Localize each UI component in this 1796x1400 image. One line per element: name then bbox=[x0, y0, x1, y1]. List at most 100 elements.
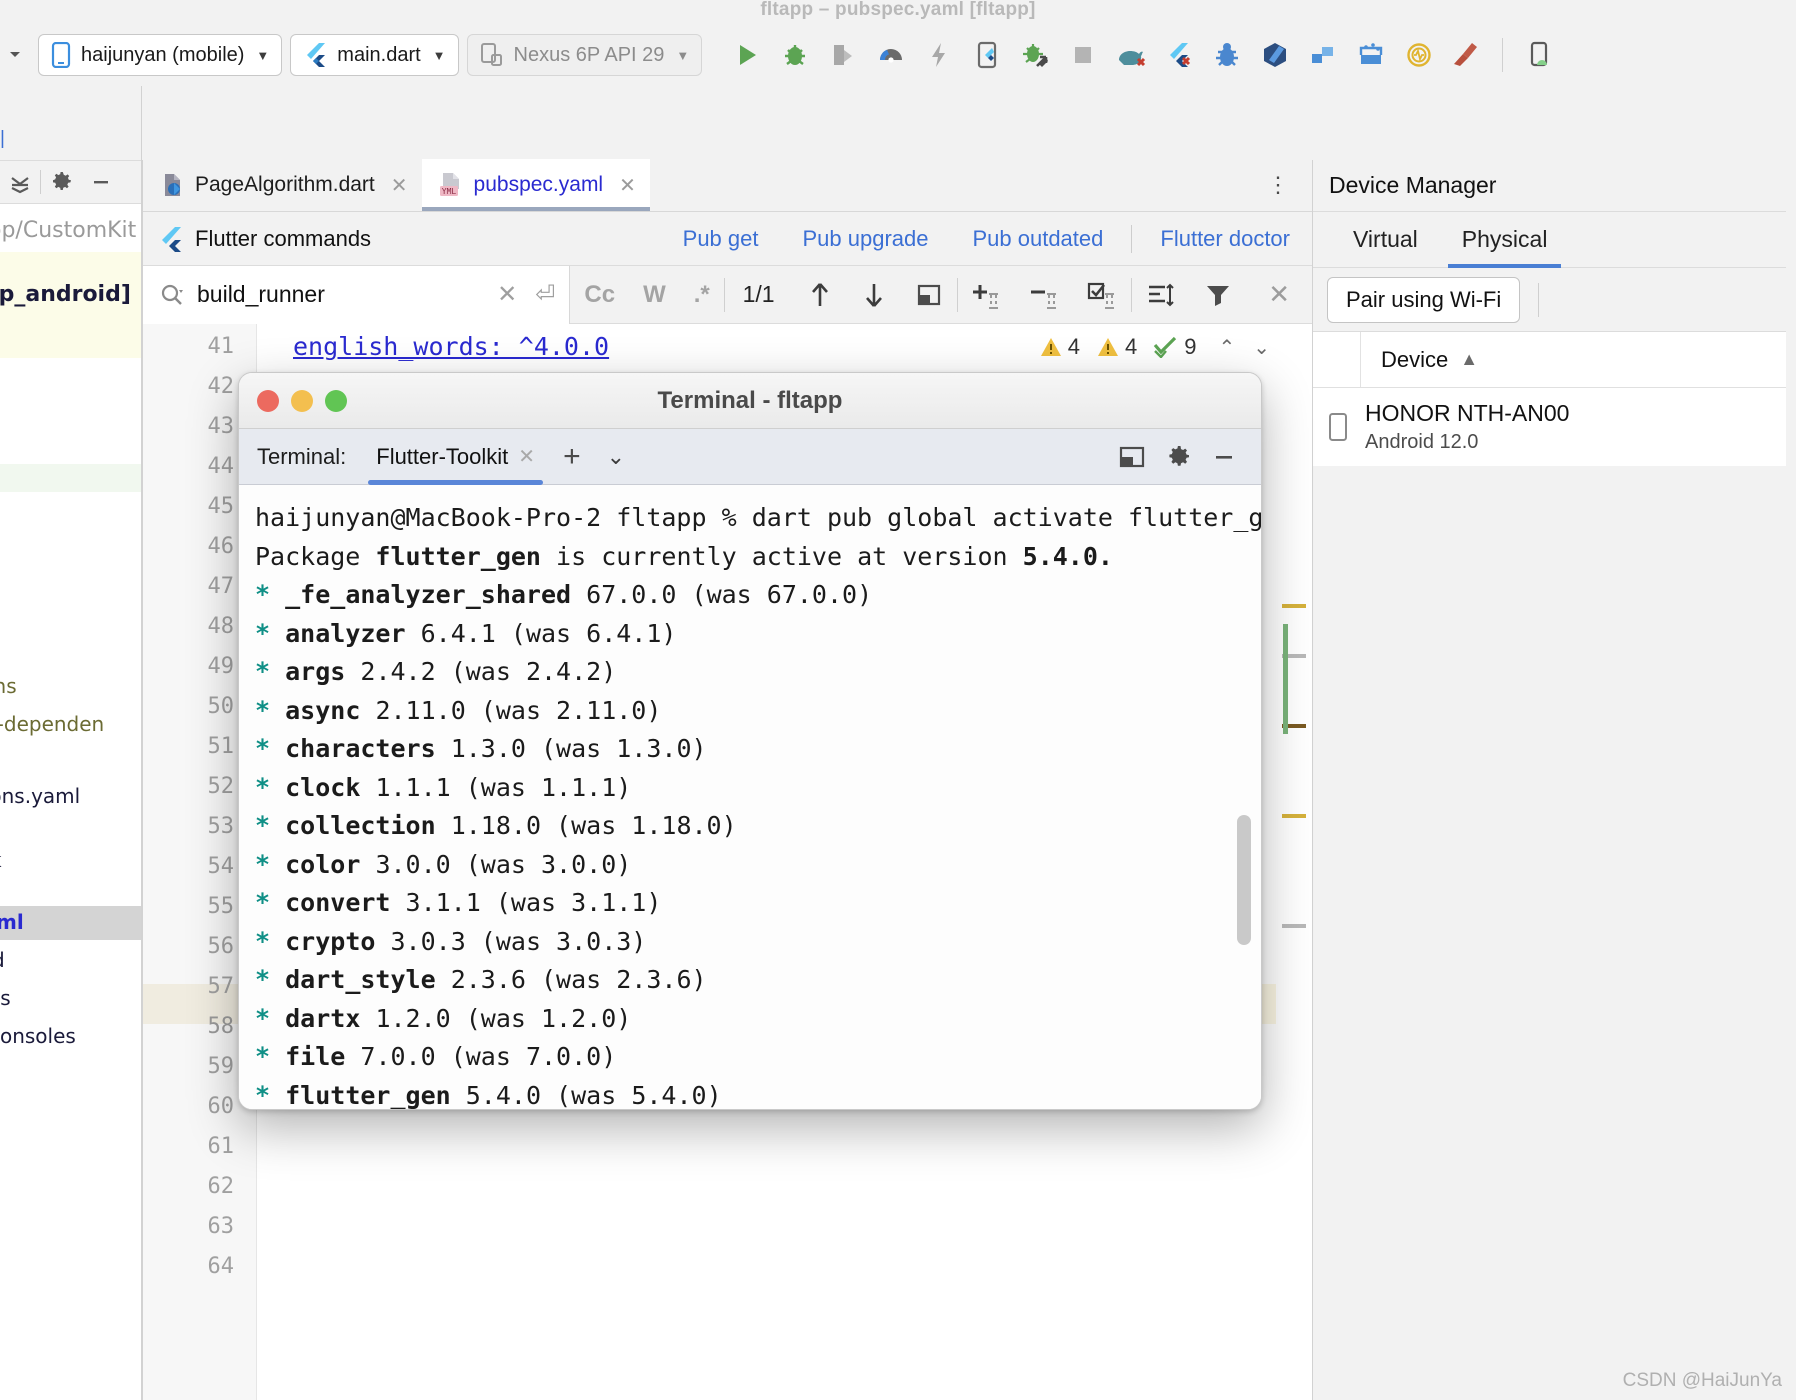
add-selection-icon[interactable] bbox=[957, 280, 1015, 310]
device-row[interactable]: HONOR NTH-AN00 Android 12.0 bbox=[1313, 388, 1796, 466]
line-number: 56 bbox=[207, 934, 235, 959]
flutter-commands-bar: Flutter commands Pub get Pub upgrade Pub… bbox=[143, 212, 1312, 266]
select-all-occurrences-icon[interactable] bbox=[1073, 280, 1131, 310]
pkg-name: async bbox=[285, 695, 361, 725]
terminal-scrollbar-thumb[interactable] bbox=[1237, 815, 1251, 945]
flutter-icon bbox=[162, 226, 181, 252]
gradle-stop-icon[interactable] bbox=[1108, 33, 1153, 78]
run-icon[interactable] bbox=[724, 33, 769, 78]
terminal-line-pkg: * async 2.11.0 (was 2.11.0) bbox=[255, 695, 662, 725]
terminal-command: dart pub global activate flutter_gen bbox=[751, 503, 1261, 532]
editor-tabs-kebab-menu[interactable]: ⋮ bbox=[1245, 159, 1312, 211]
editor-tab-pubspec[interactable]: YML pubspec.yaml ✕ bbox=[421, 159, 651, 211]
sidebar-top-blank: | bbox=[0, 86, 141, 160]
terminal-line-pkg: * args 2.4.2 (was 2.4.2) bbox=[255, 657, 617, 686]
open-devtools-icon[interactable] bbox=[964, 33, 1009, 78]
next-match-icon[interactable] bbox=[847, 280, 901, 310]
find-input-box[interactable]: build_runner ✕ ⏎ bbox=[143, 265, 571, 324]
chevron-down-icon[interactable]: ⌄ bbox=[597, 444, 635, 470]
profile-icon[interactable] bbox=[868, 33, 913, 78]
run-with-coverage-icon[interactable] bbox=[820, 33, 865, 78]
warning-count-b: 4 bbox=[1124, 334, 1138, 359]
settings-gear-icon[interactable] bbox=[1159, 438, 1197, 476]
hot-reload-icon[interactable] bbox=[916, 33, 961, 78]
prev-match-icon[interactable] bbox=[793, 280, 847, 310]
sort-icon[interactable] bbox=[1132, 281, 1190, 309]
ok-group[interactable]: 9 bbox=[1153, 334, 1196, 360]
editor-tab-pagealgorithm[interactable]: PageAlgorithm.dart ✕ bbox=[143, 159, 422, 211]
navbar-chevron-icon[interactable] bbox=[0, 45, 30, 66]
clean-icon[interactable] bbox=[1444, 33, 1489, 78]
terminal-line-pkg: * _fe_analyzer_shared 67.0.0 (was 67.0.0… bbox=[255, 580, 873, 609]
next-problem-icon[interactable]: ⌄ bbox=[1247, 335, 1276, 360]
stop-icon[interactable] bbox=[1060, 33, 1105, 78]
minimize-icon[interactable] bbox=[81, 170, 121, 194]
select-in-editor-icon[interactable] bbox=[901, 281, 957, 309]
filter-icon[interactable] bbox=[1190, 281, 1246, 309]
target-device-combo[interactable]: Nexus 6P API 29 ▼ bbox=[466, 34, 703, 76]
line-number: 52 bbox=[207, 774, 235, 799]
device-manager-panel: Device Manager Virtual Physical Pair usi… bbox=[1312, 160, 1796, 1400]
pair-using-wifi-button[interactable]: Pair using Wi-Fi bbox=[1327, 276, 1521, 323]
sidebar-text-d: d bbox=[0, 948, 5, 972]
pkg-version: 1.3.0 (was 1.3.0) bbox=[450, 734, 707, 763]
close-icon[interactable]: ✕ bbox=[518, 444, 535, 469]
dart-bug-icon[interactable] bbox=[1204, 33, 1249, 78]
minimize-icon[interactable] bbox=[1205, 438, 1243, 476]
dart-analyze-icon[interactable] bbox=[1252, 33, 1297, 78]
editor-error-stripe[interactable] bbox=[1276, 324, 1312, 1400]
sidebar-highlight-2 bbox=[0, 464, 141, 492]
warning-group-b[interactable]: 4 bbox=[1096, 334, 1137, 360]
line-number: 58 bbox=[207, 1014, 235, 1039]
sidebar-text-ins-dep: ins-dependen bbox=[0, 712, 105, 736]
screenshot-icon[interactable] bbox=[1348, 33, 1393, 78]
flutter-stop-icon[interactable] bbox=[1156, 33, 1201, 78]
file-combo[interactable]: main.dart ▼ bbox=[290, 34, 459, 76]
stripe-mark-warning bbox=[1282, 604, 1306, 608]
phone-icon bbox=[1329, 413, 1347, 441]
pkg-name: args bbox=[285, 657, 346, 686]
terminal-line-pkg: * collection 1.18.0 (was 1.18.0) bbox=[255, 811, 737, 840]
inspection-summary: 4 4 9 ⌃ ⌄ bbox=[1039, 334, 1276, 360]
pub-outdated-link[interactable]: Pub outdated bbox=[950, 226, 1125, 252]
tab-virtual[interactable]: Virtual bbox=[1331, 212, 1440, 268]
pub-upgrade-link[interactable]: Pub upgrade bbox=[780, 226, 950, 252]
collapse-all-icon[interactable] bbox=[0, 170, 40, 194]
close-icon[interactable]: ✕ bbox=[391, 173, 408, 198]
new-terminal-tab-icon[interactable]: + bbox=[551, 441, 593, 472]
replace-wrap-icon[interactable]: ⏎ bbox=[535, 280, 569, 309]
terminal-tab-flutter-toolkit[interactable]: Flutter-Toolkit ✕ bbox=[364, 429, 547, 485]
terminal-line-pkg: * file 7.0.0 (was 7.0.0) bbox=[255, 1042, 617, 1071]
performance-icon[interactable] bbox=[1396, 33, 1441, 78]
project-sidebar-strip: | op/CustomKit app_android] ins ins-depe… bbox=[0, 86, 142, 1400]
terminal-tab-label: Flutter-Toolkit bbox=[376, 443, 509, 469]
remove-selection-icon[interactable] bbox=[1015, 280, 1073, 310]
terminal-window-controls bbox=[1113, 438, 1261, 476]
debug-icon[interactable] bbox=[772, 33, 817, 78]
match-case-option[interactable]: Cc bbox=[570, 281, 629, 309]
close-find-icon[interactable]: ✕ bbox=[1246, 279, 1312, 310]
clear-search-icon[interactable]: ✕ bbox=[497, 280, 523, 309]
close-icon[interactable]: ✕ bbox=[619, 173, 636, 198]
device-column-header[interactable]: Device ▲ bbox=[1361, 347, 1478, 373]
pub-get-link[interactable]: Pub get bbox=[661, 226, 781, 252]
attach-debugger-icon[interactable] bbox=[1012, 33, 1057, 78]
flutter-doctor-link[interactable]: Flutter doctor bbox=[1138, 226, 1312, 252]
find-input[interactable]: build_runner bbox=[197, 281, 485, 308]
regex-option[interactable]: .* bbox=[680, 281, 724, 309]
settings-gear-icon[interactable] bbox=[41, 170, 81, 194]
terminal-output[interactable]: haijunyan@MacBook-Pro-2 fltapp % dart pu… bbox=[239, 485, 1261, 1109]
device-android-icon[interactable] bbox=[1516, 33, 1561, 78]
device-combo[interactable]: haijunyan (mobile) ▼ bbox=[38, 34, 283, 76]
words-option[interactable]: W bbox=[629, 281, 680, 309]
prev-problem-icon[interactable]: ⌃ bbox=[1212, 335, 1241, 360]
warning-group-a[interactable]: 4 bbox=[1039, 334, 1080, 360]
layout-inspector-icon[interactable] bbox=[1300, 33, 1345, 78]
line-number: 60 bbox=[207, 1094, 235, 1119]
terminal-line-pkg: * analyzer 6.4.1 (was 6.4.1) bbox=[255, 618, 677, 648]
tab-physical[interactable]: Physical bbox=[1440, 212, 1570, 268]
move-to-window-icon[interactable] bbox=[1113, 438, 1151, 476]
terminal-window[interactable]: Terminal - fltapp Terminal: Flutter-Tool… bbox=[238, 372, 1262, 1110]
code-line-41: english_words: ^4.0.0 bbox=[293, 332, 610, 361]
status-prefix: Package bbox=[255, 541, 376, 571]
